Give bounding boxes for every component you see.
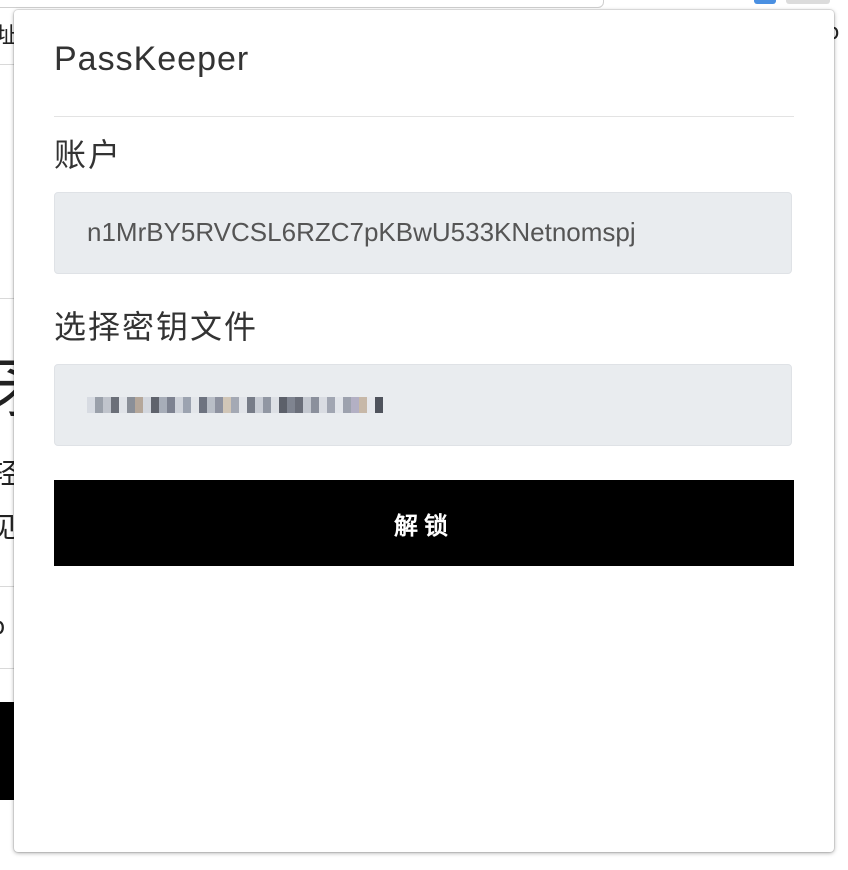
account-label: 账户 — [54, 136, 123, 174]
keyfile-field[interactable] — [54, 364, 792, 446]
keyfile-label: 选择密钥文件 — [54, 308, 259, 346]
extension-menu-icon[interactable] — [786, 0, 830, 4]
header-divider — [54, 116, 794, 117]
divider — [0, 298, 14, 299]
background-text: b — [0, 612, 5, 640]
extension-icon[interactable] — [754, 0, 776, 4]
account-field[interactable]: n1MrBY5RVCSL6RZC7pKBwU533KNetnomspj — [54, 192, 792, 274]
divider — [0, 586, 14, 587]
divider — [0, 668, 14, 669]
extension-popup: PassKeeper 账户 n1MrBY5RVCSL6RZC7pKBwU533K… — [14, 10, 834, 852]
app-title: PassKeeper — [54, 40, 250, 78]
address-bar[interactable] — [0, 0, 604, 8]
unlock-button[interactable]: 解锁 — [54, 480, 794, 566]
account-value: n1MrBY5RVCSL6RZC7pKBwU533KNetnomspj — [87, 217, 636, 247]
obscured-keyfile-path — [87, 397, 383, 413]
background-button — [0, 702, 14, 800]
divider — [0, 64, 14, 65]
